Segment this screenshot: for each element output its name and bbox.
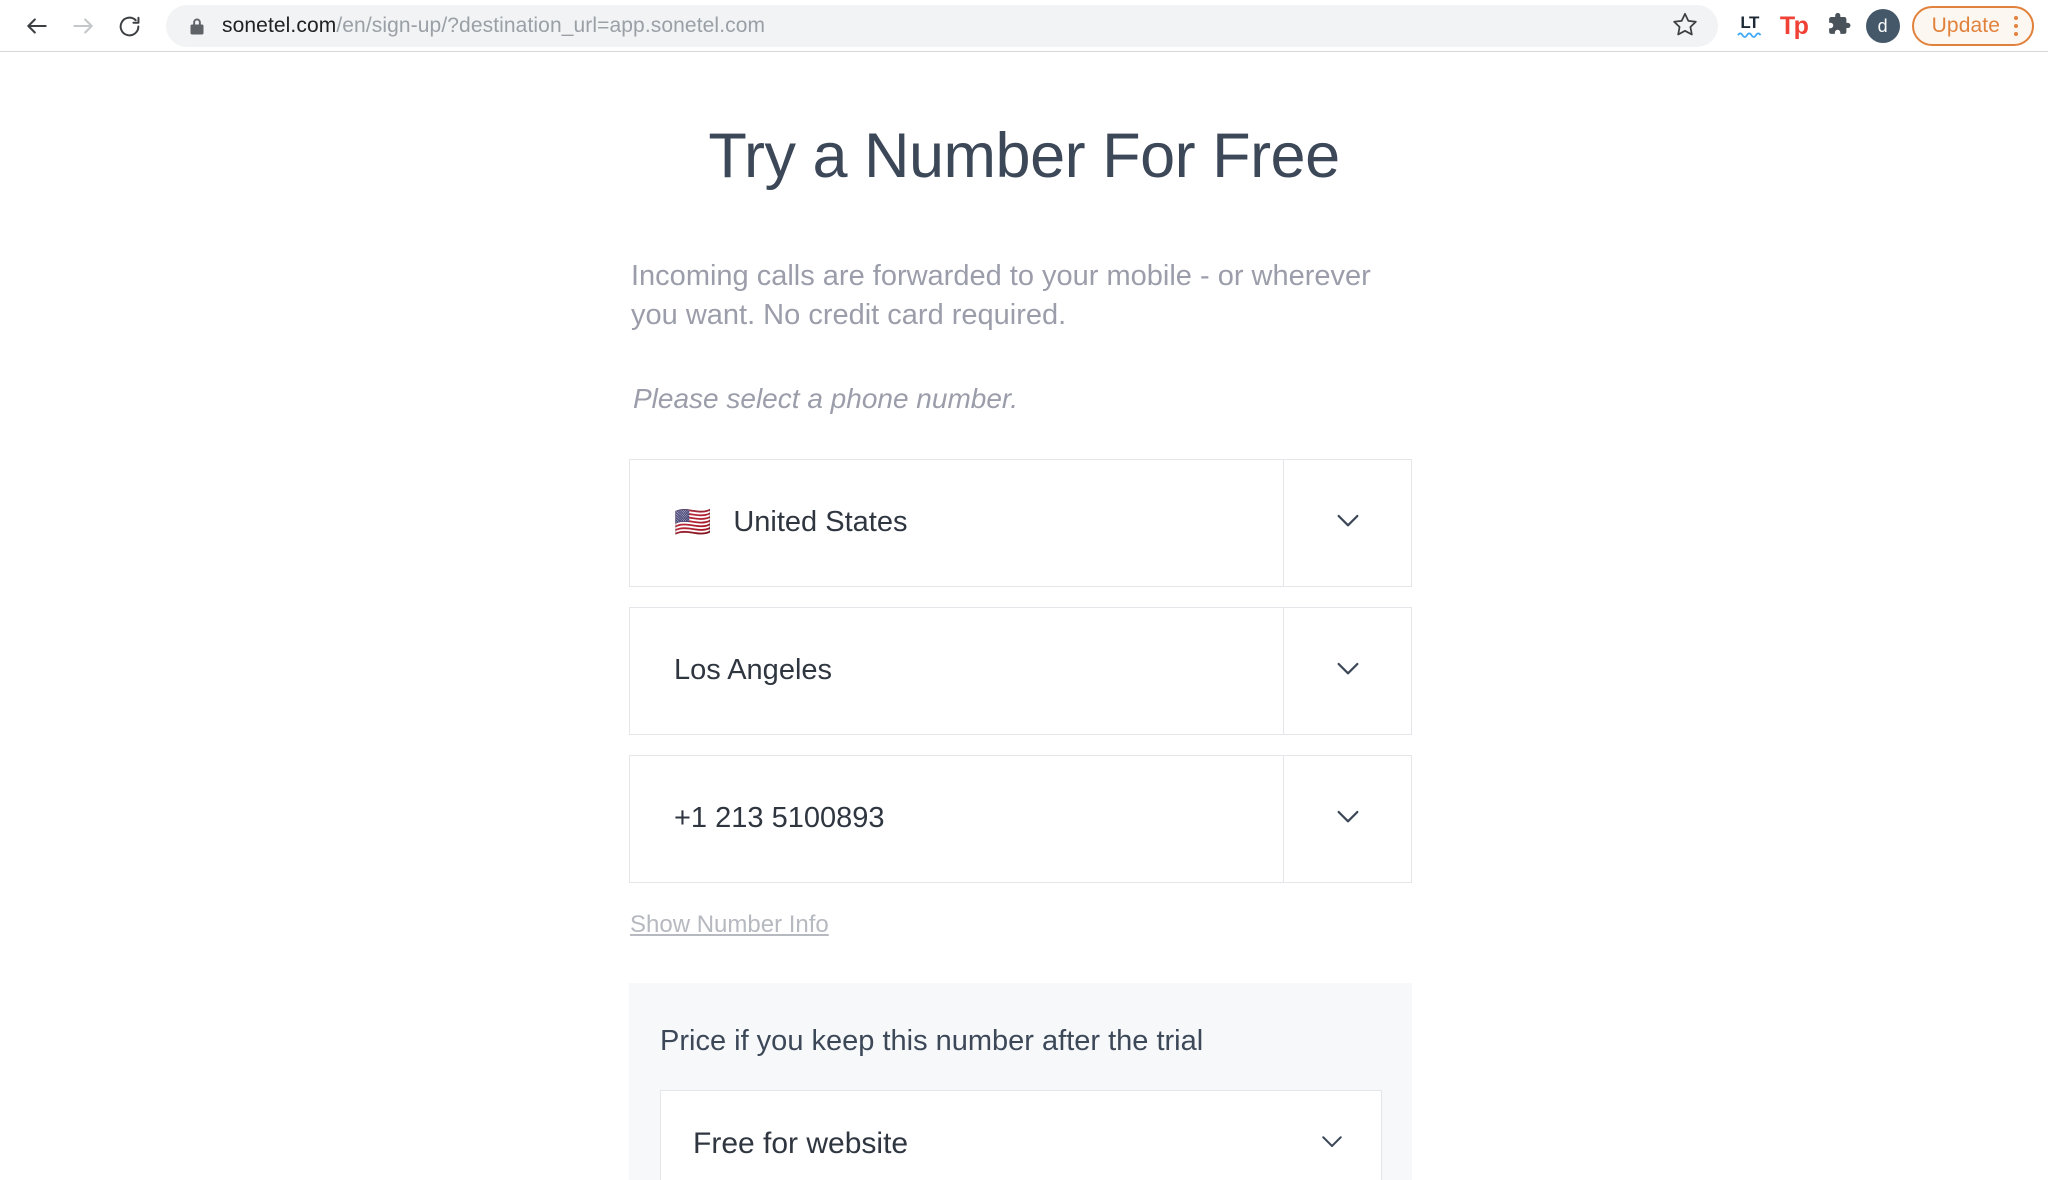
selection-instruction: Please select a phone number. — [633, 383, 1419, 415]
phone-number-select-value: +1 213 5100893 — [674, 802, 884, 835]
languagetool-label: LT — [1740, 14, 1759, 31]
languagetool-extension-button[interactable]: LT — [1728, 4, 1772, 48]
url-text: sonetel.com/en/sign-up/?destination_url=… — [222, 14, 1660, 38]
chevron-down-icon — [1332, 504, 1364, 541]
plan-select-value: Free for website — [693, 1127, 1317, 1161]
phone-number-select-toggle[interactable] — [1283, 756, 1411, 882]
profile-avatar[interactable]: d — [1866, 9, 1900, 43]
tp-extension-icon: Tp — [1780, 14, 1808, 39]
plan-select[interactable]: Free for website — [660, 1090, 1382, 1180]
chevron-down-icon — [1332, 800, 1364, 837]
number-selection-fields: 🇺🇸 United States Los Angeles — [629, 459, 1419, 883]
url-host: sonetel.com — [222, 14, 336, 37]
country-select[interactable]: 🇺🇸 United States — [629, 459, 1412, 587]
bookmark-button[interactable] — [1666, 7, 1704, 45]
city-select-value-wrap: Los Angeles — [630, 608, 1283, 734]
forward-button[interactable] — [60, 3, 106, 49]
url-path: /en/sign-up/?destination_url=app.sonetel… — [336, 14, 765, 37]
phone-number-select[interactable]: +1 213 5100893 — [629, 755, 1412, 883]
page-content: Try a Number For Free Incoming calls are… — [0, 52, 2048, 1180]
show-number-info-link[interactable]: Show Number Info — [630, 911, 829, 939]
country-select-value-wrap: 🇺🇸 United States — [630, 460, 1283, 586]
reload-icon — [117, 14, 142, 39]
browser-toolbar: sonetel.com/en/sign-up/?destination_url=… — [0, 0, 2048, 52]
country-select-toggle[interactable] — [1283, 460, 1411, 586]
phone-number-value-wrap: +1 213 5100893 — [630, 756, 1283, 882]
back-button[interactable] — [14, 3, 60, 49]
update-button[interactable]: Update — [1912, 6, 2034, 46]
reload-button[interactable] — [106, 3, 152, 49]
us-flag-icon: 🇺🇸 — [674, 508, 711, 538]
city-select-value: Los Angeles — [674, 654, 832, 687]
chevron-down-icon — [1317, 1126, 1347, 1161]
forward-arrow-icon — [70, 13, 96, 39]
chevron-down-icon — [1332, 652, 1364, 689]
page-subtitle: Incoming calls are forwarded to your mob… — [631, 257, 1421, 335]
address-bar[interactable]: sonetel.com/en/sign-up/?destination_url=… — [166, 5, 1718, 47]
page-title: Try a Number For Free — [629, 122, 1419, 191]
city-select-toggle[interactable] — [1283, 608, 1411, 734]
signup-form-container: Try a Number For Free Incoming calls are… — [629, 52, 1419, 1180]
extensions-menu-button[interactable] — [1816, 4, 1860, 48]
update-button-label: Update — [1932, 14, 2000, 38]
bookmark-star-icon — [1672, 11, 1698, 42]
country-select-value: United States — [733, 506, 907, 539]
languagetool-extension-icon: LT — [1737, 14, 1763, 38]
lock-icon — [188, 16, 206, 36]
extension-icons: LT Tp d Update — [1728, 4, 2034, 48]
extensions-puzzle-icon — [1824, 10, 1852, 43]
price-panel-label: Price if you keep this number after the … — [659, 1025, 1372, 1058]
tp-extension-button[interactable]: Tp — [1772, 4, 1816, 48]
city-select[interactable]: Los Angeles — [629, 607, 1412, 735]
three-dot-menu-icon[interactable] — [2014, 16, 2018, 36]
price-panel: Price if you keep this number after the … — [629, 983, 1412, 1180]
back-arrow-icon — [24, 13, 50, 39]
